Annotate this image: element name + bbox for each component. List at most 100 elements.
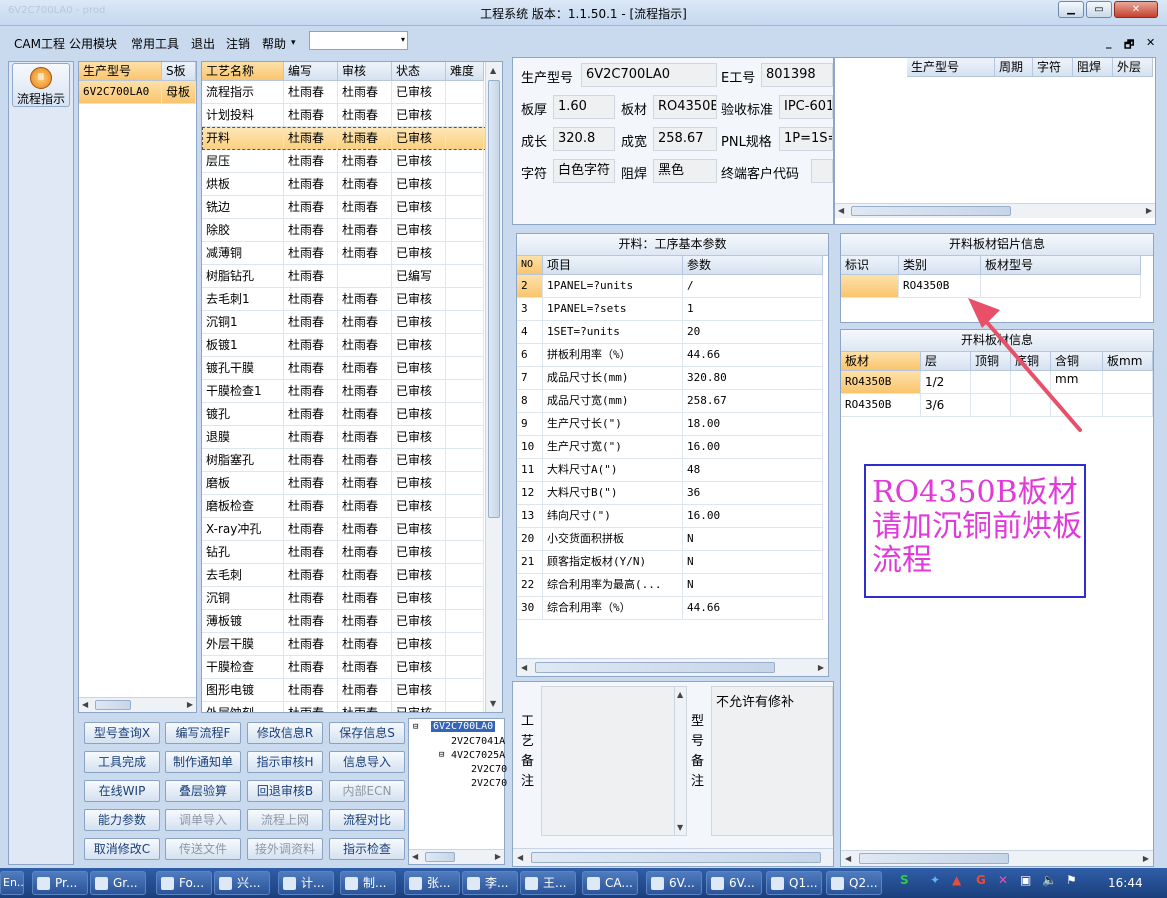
taskbar-item[interactable]: 兴...	[214, 871, 270, 895]
table-row[interactable]: 烘板 杜雨春 杜雨春 已审核	[202, 173, 502, 196]
mdi-restore-icon[interactable]: 🗗	[1124, 36, 1134, 55]
col-header-legend[interactable]: 字符	[1033, 58, 1073, 77]
table-row[interactable]: 7 成品尺寸长(mm) 320.80	[517, 367, 828, 390]
table-row[interactable]: 镀孔 杜雨春 杜雨春 已审核	[202, 403, 502, 426]
tree-node-root[interactable]: 6V2C700LA0	[431, 721, 496, 732]
scroll-right-icon[interactable]: ▶	[187, 700, 193, 709]
col-header-model[interactable]: 生产型号	[907, 58, 995, 77]
table-row[interactable]: 减薄铜 杜雨春 杜雨春 已审核	[202, 242, 502, 265]
table-row[interactable]: 30 综合利用率（%） 44.66	[517, 597, 828, 620]
table-row[interactable]: 树脂钻孔 杜雨春 已编写	[202, 265, 502, 288]
col-header-mark[interactable]: 标识	[841, 256, 899, 275]
table-row[interactable]: 干膜检查 杜雨春 杜雨春 已审核	[202, 656, 502, 679]
col-header-value[interactable]: 参数	[683, 256, 823, 275]
tree-node[interactable]: 2V2C70	[471, 764, 507, 775]
process-note-vscroll[interactable]: ▲ ▼	[674, 687, 686, 835]
col-header-board-mm[interactable]: 板mm	[1103, 352, 1153, 371]
tree-node[interactable]: 4V2C7025A	[451, 750, 505, 761]
eng-no-field[interactable]: 801398	[761, 63, 833, 87]
tray-mountain-icon[interactable]: ▲	[952, 873, 961, 887]
table-row[interactable]: 磨板检查 杜雨春 杜雨春 已审核	[202, 495, 502, 518]
length-field[interactable]: 320.8	[553, 127, 615, 151]
action-button-4-2[interactable]: 接外调资料	[247, 838, 323, 860]
tree-node[interactable]: 2V2C70	[471, 778, 507, 789]
taskbar-item[interactable]: Pr...	[32, 871, 88, 895]
table-row[interactable]: 退膜 杜雨春 杜雨春 已审核	[202, 426, 502, 449]
close-icon[interactable]: ✕	[1114, 1, 1158, 18]
table-row[interactable]: 干膜检查1 杜雨春 杜雨春 已审核	[202, 380, 502, 403]
action-button-2-1[interactable]: 叠层验算	[165, 780, 241, 802]
taskbar-item[interactable]: 李...	[462, 871, 518, 895]
table-row[interactable]: 钻孔 杜雨春 杜雨春 已审核	[202, 541, 502, 564]
taskbar-item[interactable]: 6V...	[706, 871, 762, 895]
table-row[interactable]: 去毛刺 杜雨春 杜雨春 已审核	[202, 564, 502, 587]
tray-g-icon[interactable]: G	[976, 873, 986, 887]
table-row[interactable]: 镀孔干膜 杜雨春 杜雨春 已审核	[202, 357, 502, 380]
col-header-status[interactable]: 状态	[392, 62, 446, 81]
table-row[interactable]: 10 生产尺寸宽(") 16.00	[517, 436, 828, 459]
table-row[interactable]: X-ray冲孔 杜雨春 杜雨春 已审核	[202, 518, 502, 541]
prod-model-field[interactable]: 6V2C700LA0	[581, 63, 717, 87]
action-button-4-3[interactable]: 指示检查	[329, 838, 405, 860]
taskbar-item[interactable]: Q1...	[766, 871, 822, 895]
tray-volume-icon[interactable]: 🔈	[1042, 873, 1057, 887]
customer-field[interactable]	[811, 159, 833, 183]
action-button-0-3[interactable]: 保存信息S	[329, 722, 405, 744]
tray-bird-icon[interactable]: ✦	[930, 873, 940, 887]
material-hscroll[interactable]: ◀ ▶	[841, 850, 1153, 866]
scroll-right-icon[interactable]: ▶	[1143, 854, 1149, 863]
thickness-field[interactable]: 1.60	[553, 95, 615, 119]
table-row[interactable]: 开料 杜雨春 杜雨春 已审核	[202, 127, 502, 150]
minimize-icon[interactable]: ▁	[1058, 1, 1084, 18]
table-row[interactable]: 薄板镀 杜雨春 杜雨春 已审核	[202, 610, 502, 633]
table-row[interactable]: 12 大料尺寸B(") 36	[517, 482, 828, 505]
menu-cam[interactable]: CAM工程	[14, 35, 65, 52]
table-row[interactable]: 去毛刺1 杜雨春 杜雨春 已审核	[202, 288, 502, 311]
menu-tools[interactable]: 常用工具	[131, 35, 179, 52]
table-row[interactable]: 4 1SET=?units 20	[517, 321, 828, 344]
tree-node[interactable]: 2V2C7041A	[451, 736, 505, 747]
scroll-thumb[interactable]	[531, 852, 821, 863]
action-button-2-0[interactable]: 在线WIP	[84, 780, 160, 802]
action-button-3-1[interactable]: 调单导入	[165, 809, 241, 831]
table-row[interactable]: 外层蚀刻 杜雨春 杜雨春 已审核	[202, 702, 502, 712]
col-header-item[interactable]: 项目	[543, 256, 683, 275]
col-header-model[interactable]: 生产型号	[79, 62, 162, 81]
taskbar-item[interactable]: 张...	[404, 871, 460, 895]
taskbar-item[interactable]: 6V...	[646, 871, 702, 895]
tree-hscroll[interactable]: ◀ ▶	[409, 849, 504, 864]
col-header-cycle[interactable]: 周期	[995, 58, 1033, 77]
menu-logout[interactable]: 注销	[226, 35, 250, 52]
table-row[interactable]: 计划投料 杜雨春 杜雨春 已审核	[202, 104, 502, 127]
legend-field[interactable]: 白色字符	[553, 159, 615, 183]
action-button-4-0[interactable]: 取消修改C	[84, 838, 160, 860]
taskbar-start[interactable]: En...	[0, 871, 24, 895]
tray-s-icon[interactable]: S	[900, 873, 909, 887]
col-header-board[interactable]: 板材	[841, 352, 921, 371]
pnl-field[interactable]: 1P=1S=20	[779, 127, 833, 151]
table-row[interactable]: 树脂塞孔 杜雨春 杜雨春 已审核	[202, 449, 502, 472]
table-row[interactable]: 9 生产尺寸长(") 18.00	[517, 413, 828, 436]
help-dropdown-icon[interactable]: ▾	[291, 38, 296, 48]
action-button-2-2[interactable]: 回退审核B	[247, 780, 323, 802]
menu-exit[interactable]: 退出	[191, 35, 215, 52]
menu-common-modules[interactable]: 公用模块	[69, 35, 117, 52]
table-row[interactable]: 6 拼板利用率（%） 44.66	[517, 344, 828, 367]
table-row[interactable]: 图形电镀 杜雨春 杜雨春 已审核	[202, 679, 502, 702]
params-hscroll[interactable]: ◀ ▶	[517, 658, 828, 676]
tree-expand-icon[interactable]: ⊟	[413, 722, 418, 732]
table-row[interactable]: 20 小交货面积拼板 N	[517, 528, 828, 551]
scroll-thumb[interactable]	[425, 852, 455, 862]
scroll-down-icon[interactable]: ▼	[677, 823, 683, 832]
scroll-right-icon[interactable]: ▶	[818, 663, 824, 672]
action-button-0-0[interactable]: 型号查询X	[84, 722, 160, 744]
action-button-1-0[interactable]: 工具完成	[84, 751, 160, 773]
scroll-up-icon[interactable]: ▲	[490, 66, 496, 75]
table-row[interactable]: 13 纬向尺寸(") 16.00	[517, 505, 828, 528]
table-row[interactable]: 层压 杜雨春 杜雨春 已审核	[202, 150, 502, 173]
scroll-down-icon[interactable]: ▼	[490, 699, 496, 708]
table-row[interactable]: 2 1PANEL=?units /	[517, 275, 828, 298]
taskbar-item[interactable]: 制...	[340, 871, 396, 895]
action-button-3-0[interactable]: 能力参数	[84, 809, 160, 831]
table-row[interactable]: 3 1PANEL=?sets 1	[517, 298, 828, 321]
